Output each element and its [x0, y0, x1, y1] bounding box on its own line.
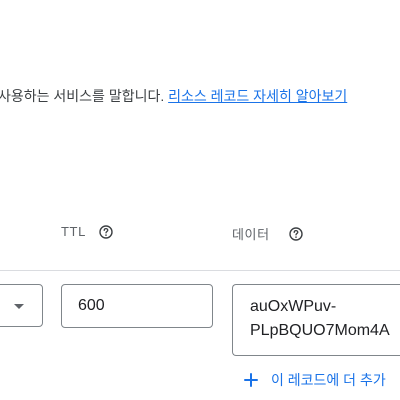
record-editor-page: 사용하는 서비스를 말합니다. 리소스 레코드 자세히 알아보기 TTL 데이터…	[0, 0, 400, 400]
ttl-input[interactable]	[61, 284, 213, 328]
plus-icon	[243, 372, 259, 388]
data-column-header: 데이터	[232, 224, 303, 243]
header-divider	[0, 270, 400, 271]
record-type-select[interactable]	[0, 284, 43, 327]
add-record-item-button[interactable]: 이 레코드에 더 추가	[243, 370, 386, 390]
data-column-label: 데이터	[232, 227, 270, 242]
record-type-description: 사용하는 서비스를 말합니다. 리소스 레코드 자세히 알아보기	[0, 86, 400, 106]
dropdown-arrow-icon	[14, 304, 24, 309]
add-record-item-label: 이 레코드에 더 추가	[271, 372, 386, 388]
help-icon[interactable]	[288, 226, 303, 241]
record-data-line: PLpBQUO7Mom4A	[250, 322, 390, 339]
record-data-line: auOxWPuv-	[250, 298, 337, 315]
ttl-column-header: TTL	[61, 224, 113, 239]
ttl-column-label: TTL	[61, 224, 86, 239]
help-icon[interactable]	[99, 224, 113, 239]
description-text: 사용하는 서비스를 말합니다.	[0, 88, 169, 104]
record-data-field[interactable]: auOxWPuv- PLpBQUO7Mom4A	[232, 284, 400, 356]
learn-more-link[interactable]: 리소스 레코드 자세히 알아보기	[168, 88, 347, 104]
